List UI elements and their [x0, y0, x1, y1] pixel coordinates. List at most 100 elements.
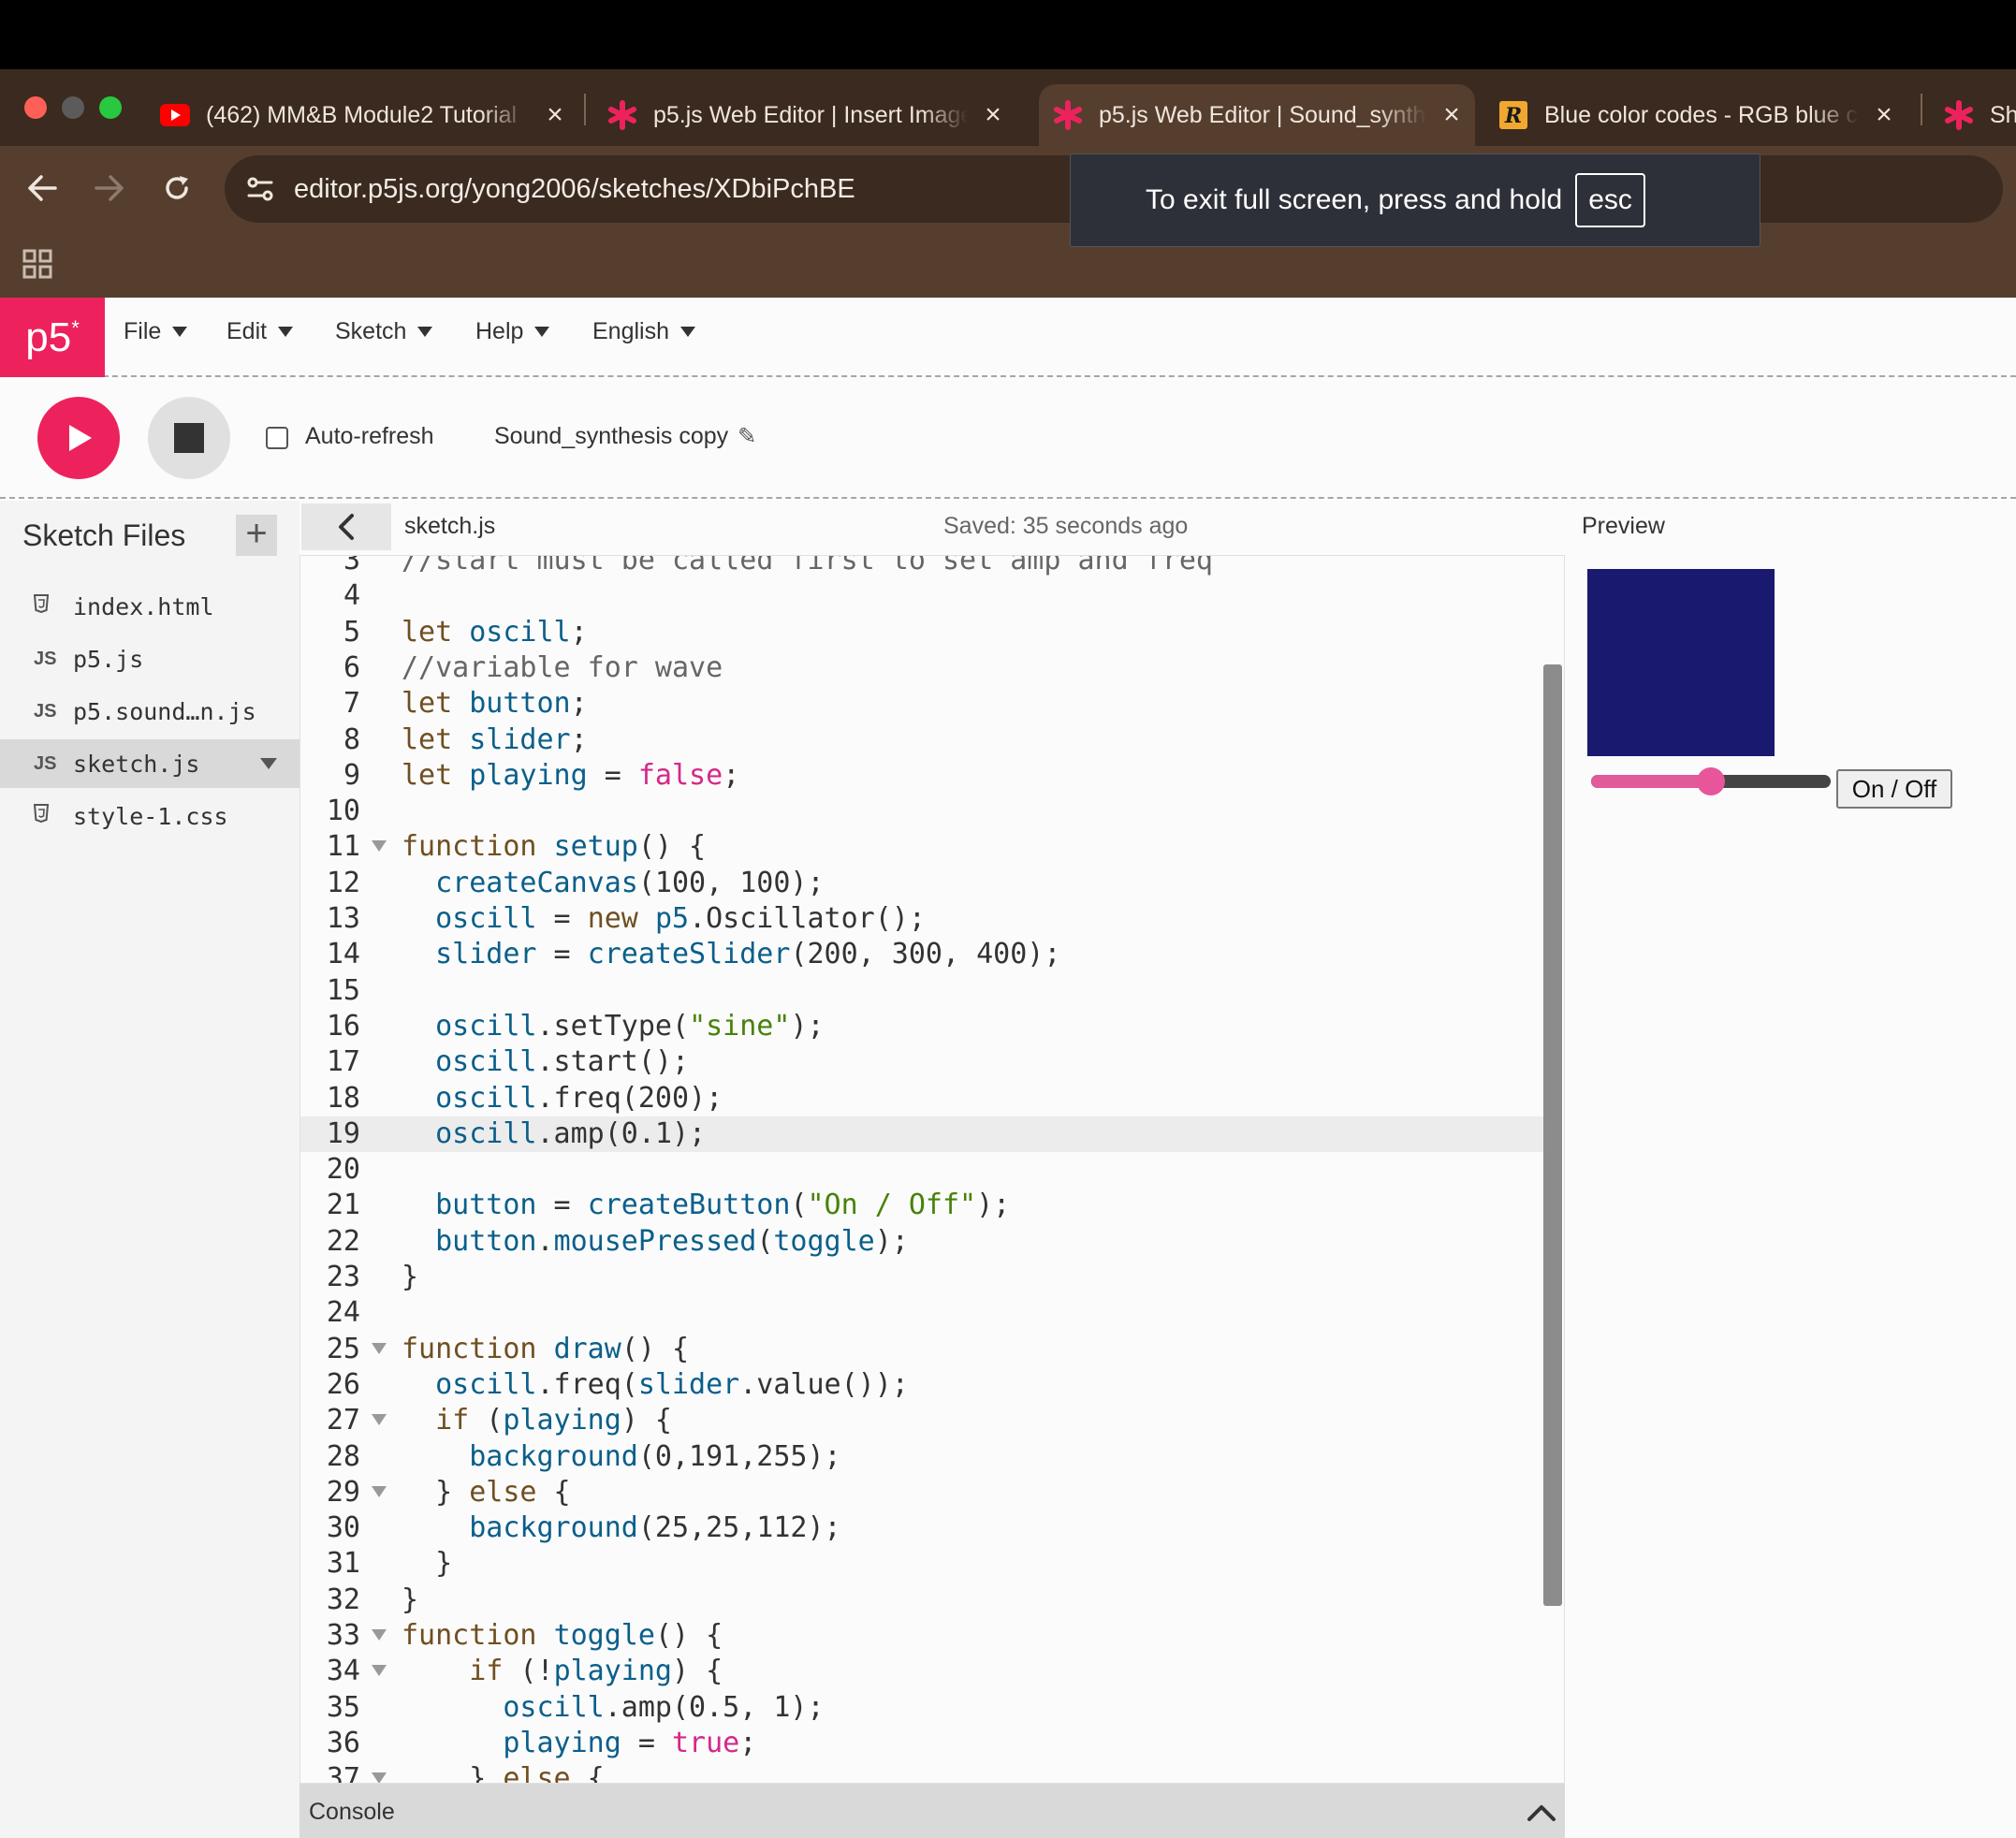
tab-p5-insert-image[interactable]: p5.js Web Editor | Insert Image × — [606, 84, 1009, 146]
code-line[interactable]: //start must be called first to set amp … — [402, 556, 1213, 578]
code-line[interactable]: function draw() { — [402, 1332, 689, 1367]
code-editor[interactable]: 3 4 5 6 7 8 9 10 11 12 13 14 15 16 17 18 19 20 21 22 23 24 25 2… — [299, 555, 1565, 1784]
fold-arrow-icon[interactable] — [372, 840, 387, 853]
menu-sketch[interactable]: Sketch — [335, 318, 433, 345]
zoom-window-button[interactable] — [99, 96, 122, 119]
tab-partial[interactable]: Sh — [1943, 84, 2016, 146]
p5-logo[interactable]: p5 * — [0, 298, 105, 377]
code-line[interactable]: oscill.amp(0.1); — [402, 1116, 706, 1152]
site-settings-icon[interactable] — [243, 172, 277, 206]
stop-button[interactable] — [148, 397, 230, 479]
file-item-style-css[interactable]: style-1.css — [0, 792, 299, 840]
code-line[interactable]: } else { — [402, 1475, 571, 1510]
top-black-bar — [0, 0, 2016, 69]
apps-grid-icon[interactable] — [22, 249, 52, 279]
url-text[interactable]: editor.p5js.org/yong2006/sketches/XDbiPc… — [294, 155, 855, 223]
fold-arrow-icon[interactable] — [372, 1414, 387, 1426]
menu-edit[interactable]: Edit — [226, 318, 294, 345]
code-line[interactable]: oscill.start(); — [402, 1044, 689, 1080]
code-line[interactable]: oscill.amp(0.5, 1); — [402, 1690, 824, 1726]
js-file-icon: JS — [34, 752, 57, 774]
code-line[interactable]: oscill = new p5.Oscillator(); — [402, 901, 926, 937]
code-line[interactable]: //variable for wave — [402, 650, 723, 686]
sketch-name[interactable]: Sound_synthesis copy ✎ — [494, 423, 756, 450]
code-line[interactable]: let slider; — [402, 722, 588, 758]
code-line[interactable]: createCanvas(100, 100); — [402, 866, 824, 901]
p5-logo-text: p5 — [25, 314, 72, 360]
code-area[interactable]: //start must be called first to set amp … — [402, 556, 1525, 1783]
file-item-sketch-js[interactable]: JS sketch.js — [0, 739, 299, 788]
file-name: sketch.js — [73, 750, 200, 778]
line-number: 14 — [326, 938, 360, 971]
code-line[interactable]: oscill.freq(200); — [402, 1081, 723, 1116]
line-number: 31 — [326, 1547, 360, 1581]
play-button[interactable] — [37, 397, 120, 479]
reload-icon — [166, 176, 188, 199]
minimize-window-button[interactable] — [62, 96, 84, 119]
reload-button[interactable] — [153, 165, 200, 212]
code-line[interactable]: slider = createSlider(200, 300, 400); — [402, 937, 1060, 972]
code-line[interactable]: } else { — [402, 1761, 605, 1783]
file-item-p5-sound-js[interactable]: JS p5.sound…n.js — [0, 687, 299, 736]
tab-youtube[interactable]: (462) MM&B Module2 Tutorial × — [159, 84, 571, 146]
file-options-caret-icon[interactable] — [260, 758, 277, 769]
line-number: 33 — [326, 1619, 360, 1652]
fold-arrow-icon[interactable] — [372, 1665, 387, 1677]
svg-text:R: R — [1504, 104, 1522, 128]
tab-blue-color-codes[interactable]: R Blue color codes - RGB blue color × — [1497, 84, 1900, 146]
code-line[interactable]: } — [402, 1260, 418, 1295]
on-off-button[interactable]: On / Off — [1836, 769, 1952, 809]
code-line[interactable]: let oscill; — [402, 615, 588, 650]
code-line[interactable]: function toggle() { — [402, 1618, 723, 1654]
chevron-up-icon[interactable] — [1526, 1799, 1557, 1825]
fold-arrow-icon[interactable] — [372, 1342, 387, 1354]
fold-arrow-icon[interactable] — [372, 1772, 387, 1783]
code-line[interactable]: button = createButton("On / Off"); — [402, 1188, 1010, 1223]
code-line[interactable]: background(0,191,255); — [402, 1439, 840, 1475]
tab-title: p5.js Web Editor | Sound_synthesis copy — [1099, 101, 1426, 128]
line-number: 6 — [343, 650, 360, 684]
code-line[interactable]: playing = true; — [402, 1726, 756, 1761]
youtube-icon — [159, 99, 191, 131]
menu-file[interactable]: File — [124, 318, 188, 345]
back-button[interactable] — [19, 165, 66, 212]
menu-language[interactable]: English — [592, 318, 695, 345]
fold-arrow-icon[interactable] — [372, 1485, 387, 1497]
code-line[interactable]: } — [402, 1583, 418, 1618]
close-tab-icon[interactable]: × — [1868, 99, 1900, 131]
code-line[interactable]: oscill.freq(slider.value()); — [402, 1367, 909, 1403]
close-tab-icon[interactable]: × — [539, 99, 571, 131]
code-line[interactable]: let button; — [402, 686, 588, 722]
auto-refresh-checkbox[interactable] — [266, 427, 288, 449]
code-line[interactable]: let playing = false; — [402, 758, 739, 794]
forward-button[interactable] — [86, 165, 133, 212]
line-number: 35 — [326, 1690, 360, 1724]
file-item-p5-js[interactable]: JS p5.js — [0, 635, 299, 683]
code-line[interactable]: if (playing) { — [402, 1403, 672, 1438]
code-line[interactable]: function setup() { — [402, 829, 706, 865]
editor-scrollbar[interactable] — [1543, 664, 1562, 1606]
close-window-button[interactable] — [24, 96, 47, 119]
code-line[interactable]: if (!playing) { — [402, 1654, 723, 1689]
close-tab-icon[interactable]: × — [1436, 99, 1468, 131]
caret-down-icon — [417, 327, 433, 337]
add-file-button[interactable]: + — [236, 515, 277, 556]
caret-down-icon — [680, 327, 695, 337]
code-line[interactable]: button.mousePressed(toggle); — [402, 1224, 909, 1260]
code-line[interactable]: oscill.setType("sine"); — [402, 1009, 824, 1044]
preview-canvas[interactable] — [1587, 569, 1775, 756]
fold-arrow-icon[interactable] — [372, 1629, 387, 1641]
tab-title: Sh — [1990, 101, 2016, 128]
slider-thumb[interactable] — [1697, 767, 1725, 795]
tab-p5-sound-synthesis[interactable]: p5.js Web Editor | Sound_synthesis copy … — [1039, 84, 1475, 146]
code-line[interactable]: background(25,25,112); — [402, 1510, 840, 1546]
pencil-icon[interactable]: ✎ — [738, 423, 756, 450]
line-number: 25 — [326, 1332, 360, 1365]
line-number: 11 — [326, 830, 360, 864]
collapse-sidebar-button[interactable] — [301, 503, 391, 550]
file-item-index-html[interactable]: index.html — [0, 582, 299, 631]
menu-help[interactable]: Help — [475, 318, 550, 345]
code-line[interactable]: } — [402, 1546, 452, 1582]
close-tab-icon[interactable]: × — [977, 99, 1009, 131]
console-bar[interactable] — [299, 1784, 1565, 1838]
